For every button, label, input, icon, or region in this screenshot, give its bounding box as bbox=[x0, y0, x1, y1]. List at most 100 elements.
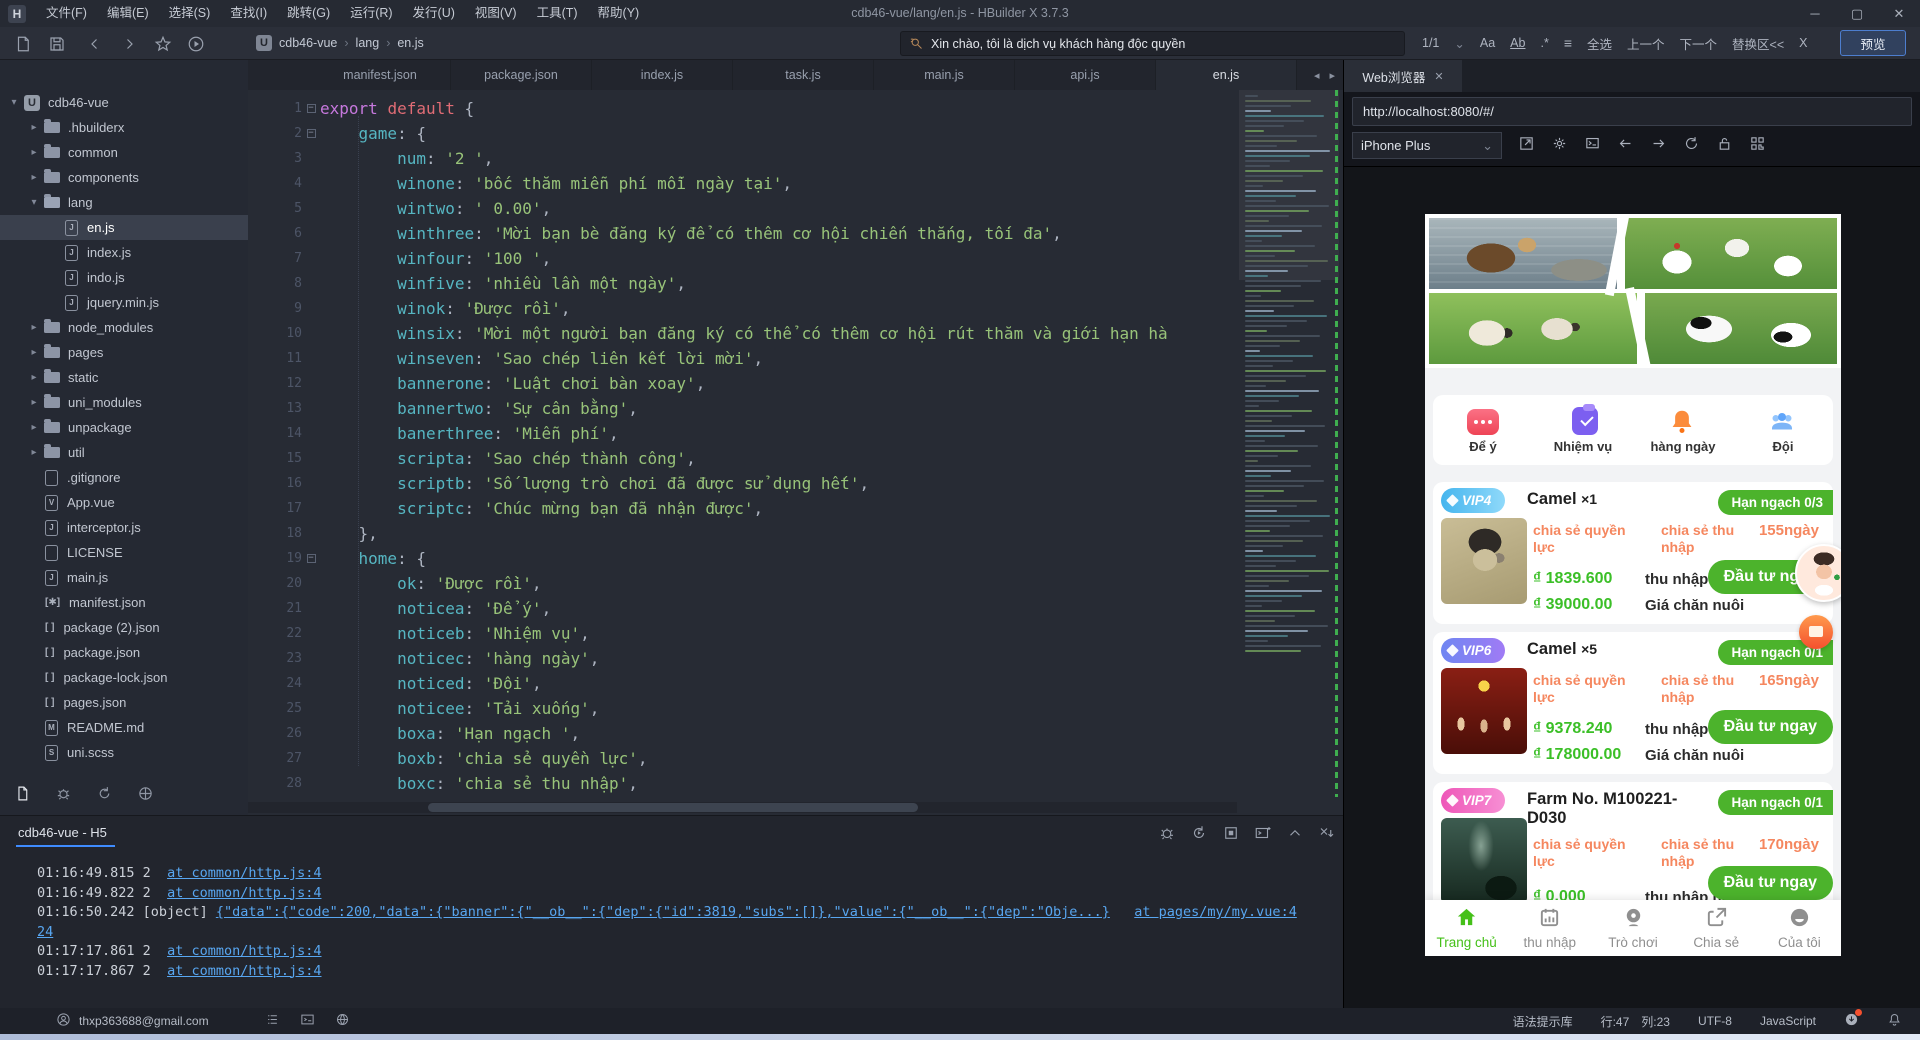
chevron-closed-icon[interactable] bbox=[26, 347, 42, 358]
chevron-closed-icon[interactable] bbox=[26, 372, 42, 383]
tree-item-package (2).json[interactable]: package (2).json bbox=[0, 615, 248, 640]
chevron-closed-icon[interactable] bbox=[26, 172, 42, 183]
devtools-console-icon[interactable] bbox=[1584, 135, 1601, 157]
maximize-icon[interactable] bbox=[1836, 0, 1878, 27]
tree-item-common[interactable]: common bbox=[0, 140, 248, 165]
restart-icon[interactable] bbox=[1190, 824, 1208, 847]
select-all-button[interactable]: 全选 bbox=[1587, 34, 1612, 53]
tree-item-unpackage[interactable]: unpackage bbox=[0, 415, 248, 440]
cows-photo[interactable] bbox=[1645, 293, 1837, 364]
star-icon[interactable] bbox=[150, 31, 175, 56]
tree-item-jquery.min.js[interactable]: jquery.min.js bbox=[0, 290, 248, 315]
files-view-icon[interactable] bbox=[14, 785, 31, 807]
whole-word-toggle[interactable]: Ab bbox=[1510, 36, 1525, 50]
match-case-toggle[interactable]: Aa bbox=[1480, 36, 1495, 50]
ducks-photo[interactable] bbox=[1429, 218, 1617, 289]
tree-item-README.md[interactable]: README.md bbox=[0, 715, 248, 740]
console-tab[interactable]: cdb46-vue - H5 bbox=[16, 825, 115, 847]
debug-icon[interactable] bbox=[1158, 824, 1176, 847]
vip-card-VIP4[interactable]: VIP4 Camel ×1 Hạn ngạch 0/3 chia sẻ quyền l… bbox=[1433, 482, 1833, 624]
forward-icon[interactable] bbox=[116, 31, 141, 56]
code-area[interactable]: 1export default {2 game: {3 num: '2 ',4 … bbox=[248, 90, 1237, 797]
fold-collapse-icon[interactable] bbox=[306, 129, 316, 138]
tree-item-uni.scss[interactable]: uni.scss bbox=[0, 740, 248, 765]
tab-main.js[interactable]: main.js bbox=[874, 60, 1015, 90]
horizontal-scrollbar[interactable] bbox=[248, 802, 1237, 813]
tree-item-.hbuilderx[interactable]: .hbuilderx bbox=[0, 115, 248, 140]
find-close-button[interactable]: X bbox=[1799, 36, 1807, 50]
find-prev-button[interactable]: 上一个 bbox=[1627, 34, 1665, 53]
chevron-closed-icon[interactable] bbox=[26, 122, 42, 133]
preview-button[interactable]: 预览 bbox=[1840, 30, 1906, 56]
tree-item-package.json[interactable]: package.json bbox=[0, 640, 248, 665]
menu-item-2[interactable]: 选择(S) bbox=[159, 0, 221, 27]
log-link[interactable]: {"data":{"code":200,"data":{"banner":{"_… bbox=[216, 904, 1110, 920]
regex-toggle[interactable]: .* bbox=[1540, 36, 1548, 50]
open-external-icon[interactable] bbox=[1518, 135, 1535, 157]
tab-scroll-left-icon[interactable] bbox=[1314, 69, 1320, 82]
breadcrumb-item[interactable]: en.js bbox=[397, 36, 423, 50]
notice-team[interactable]: Đội bbox=[1733, 395, 1833, 465]
fold-collapse-icon[interactable] bbox=[306, 554, 316, 563]
gear-icon[interactable] bbox=[1551, 135, 1568, 157]
extensions-view-icon[interactable] bbox=[137, 785, 154, 807]
search-input[interactable] bbox=[931, 36, 1396, 51]
tree-item-cdb46-vue[interactable]: cdb46-vue bbox=[0, 90, 248, 115]
save-icon[interactable] bbox=[44, 31, 69, 56]
chevron-down-icon[interactable] bbox=[1454, 36, 1464, 51]
tab-index.js[interactable]: index.js bbox=[592, 60, 733, 90]
back-icon[interactable] bbox=[82, 31, 107, 56]
nav-item-calendar[interactable]: thu nhập bbox=[1508, 900, 1591, 956]
tree-item-uni_modules[interactable]: uni_modules bbox=[0, 390, 248, 415]
sheep-photo[interactable] bbox=[1429, 293, 1637, 364]
refresh-icon[interactable] bbox=[1683, 135, 1700, 157]
outline-list-icon[interactable] bbox=[265, 1012, 280, 1030]
tree-item-pages[interactable]: pages bbox=[0, 340, 248, 365]
update-download-icon[interactable] bbox=[1844, 1009, 1862, 1030]
bell-icon[interactable] bbox=[1887, 1012, 1902, 1030]
tree-item-.gitignore[interactable]: .gitignore bbox=[0, 465, 248, 490]
notice-daily[interactable]: hàng ngày bbox=[1633, 395, 1733, 465]
user-email[interactable]: thxp363688@gmail.com bbox=[79, 1014, 209, 1028]
invest-button[interactable]: Đầu tư ngay bbox=[1707, 866, 1833, 900]
sync-view-icon[interactable] bbox=[96, 785, 113, 807]
tree-item-LICENSE[interactable]: LICENSE bbox=[0, 540, 248, 565]
close-icon[interactable] bbox=[1434, 69, 1443, 83]
terminal-icon[interactable] bbox=[300, 1012, 315, 1030]
close-icon[interactable] bbox=[1878, 0, 1920, 27]
chevron-closed-icon[interactable] bbox=[26, 422, 42, 433]
tab-package.json[interactable]: package.json bbox=[451, 60, 592, 90]
fold-marker[interactable] bbox=[302, 121, 320, 146]
language-label[interactable]: JavaScript bbox=[1760, 1014, 1816, 1028]
menu-item-6[interactable]: 发行(U) bbox=[403, 0, 465, 27]
account-section[interactable]: thxp363688@gmail.com bbox=[56, 1012, 209, 1030]
notice-notice[interactable]: Để ý bbox=[1433, 395, 1533, 465]
device-select[interactable]: iPhone Plus bbox=[1352, 132, 1502, 159]
tree-item-components[interactable]: components bbox=[0, 165, 248, 190]
tree-item-lang[interactable]: lang bbox=[0, 190, 248, 215]
chevron-open-icon[interactable] bbox=[6, 97, 22, 108]
menu-item-1[interactable]: 编辑(E) bbox=[97, 0, 159, 27]
search-box[interactable] bbox=[900, 31, 1405, 56]
new-terminal-icon[interactable] bbox=[1254, 824, 1272, 847]
cursor-col[interactable]: 列:23 bbox=[1641, 1013, 1670, 1030]
qr-code-icon[interactable] bbox=[1749, 135, 1766, 157]
log-link[interactable]: at common/http.js:4 bbox=[167, 963, 321, 979]
tree-item-manifest.json[interactable]: manifest.json bbox=[0, 590, 248, 615]
filter-icon[interactable] bbox=[1564, 35, 1572, 51]
url-input[interactable] bbox=[1363, 104, 1901, 119]
chevron-closed-icon[interactable] bbox=[26, 147, 42, 158]
nav-back-icon[interactable] bbox=[1617, 135, 1634, 157]
nav-item-game[interactable]: Trò chơi bbox=[1591, 900, 1674, 956]
cursor-line[interactable]: 行:47 bbox=[1601, 1013, 1630, 1030]
tab-en.js[interactable]: en.js bbox=[1156, 60, 1297, 90]
nav-item-home[interactable]: Trang chủ bbox=[1425, 900, 1508, 956]
menu-item-3[interactable]: 查找(I) bbox=[220, 0, 277, 27]
fold-marker[interactable] bbox=[302, 96, 320, 121]
tree-item-interceptor.js[interactable]: interceptor.js bbox=[0, 515, 248, 540]
find-next-button[interactable]: 下一个 bbox=[1680, 34, 1718, 53]
tree-item-en.js[interactable]: en.js bbox=[0, 215, 248, 240]
vip-card-VIP6[interactable]: VIP6 Camel ×5 Hạn ngạch 0/1 chia sẻ quyền l… bbox=[1433, 632, 1833, 774]
gift-float-icon[interactable] bbox=[1799, 615, 1833, 649]
tree-item-node_modules[interactable]: node_modules bbox=[0, 315, 248, 340]
